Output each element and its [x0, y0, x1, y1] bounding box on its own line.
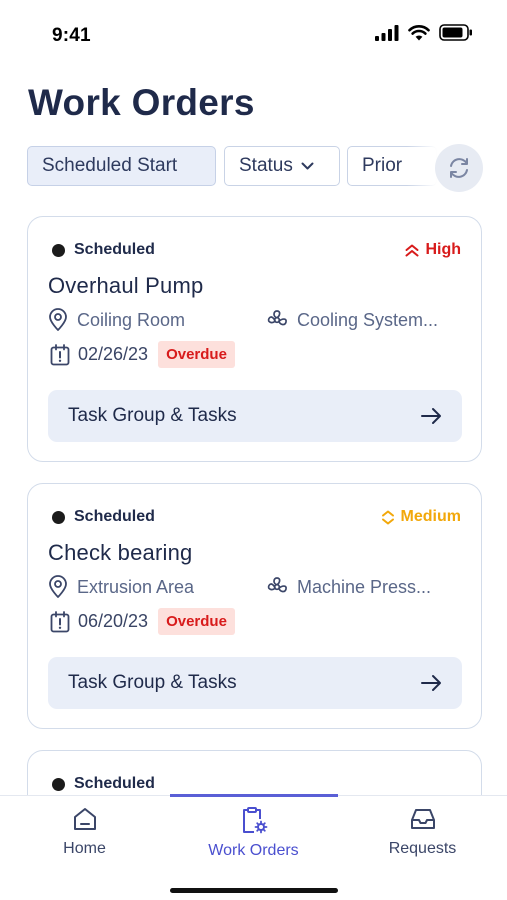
- double-chevron-up-icon: [405, 244, 419, 256]
- status-dot-icon: [52, 510, 65, 524]
- status-label: Scheduled: [52, 775, 155, 793]
- fan-icon: [267, 577, 287, 593]
- status-text: Scheduled: [74, 508, 155, 525]
- nav-label: Requests: [388, 840, 457, 857]
- filter-chip-scheduled-start[interactable]: Scheduled Start: [27, 146, 216, 186]
- asset-text: Machine Press...: [297, 576, 432, 597]
- nav-label: Home: [63, 840, 106, 857]
- status-label: Scheduled: [52, 241, 155, 259]
- asset: Cooling System...: [266, 309, 438, 331]
- nav-item-home[interactable]: Home: [0, 806, 169, 858]
- nav-label: Work Orders: [208, 842, 299, 859]
- refresh-button[interactable]: [435, 144, 483, 192]
- location-pin-icon: [49, 308, 67, 331]
- location-text: Coiling Room: [77, 309, 186, 330]
- overdue-badge: Overdue: [158, 341, 235, 368]
- asset: Machine Press...: [266, 576, 431, 598]
- priority-label: High: [405, 241, 461, 259]
- calendar-alert-icon: [50, 610, 70, 632]
- filter-chip-label: Scheduled Start: [42, 155, 178, 176]
- home-indicator: [170, 888, 338, 893]
- home-icon: [73, 808, 96, 830]
- status-text: Scheduled: [74, 241, 155, 258]
- meta-row: Extrusion Area Machine Press...: [48, 574, 468, 600]
- status-bar: 9:41: [0, 0, 507, 60]
- cellular-signal-icon: [375, 24, 399, 41]
- status-label: Scheduled: [52, 508, 155, 526]
- scroll-fade: [407, 146, 437, 188]
- wifi-icon: [408, 24, 430, 40]
- fan-icon: [267, 310, 287, 326]
- arrow-right-icon: [421, 675, 441, 691]
- filter-chip-label: Prior: [362, 155, 403, 176]
- location: Coiling Room: [48, 308, 266, 332]
- location-pin-icon: [49, 575, 67, 598]
- status-dot-icon: [52, 243, 65, 257]
- filter-chip-label: Status: [239, 155, 293, 176]
- meta-row: Coiling Room Cooling System...: [48, 307, 468, 333]
- task-group-label: Task Group & Tasks: [68, 405, 237, 426]
- nav-item-work-orders[interactable]: Work Orders: [169, 806, 338, 860]
- due-date-row: 06/20/23 Overdue: [50, 608, 235, 635]
- status-dot-icon: [52, 777, 65, 791]
- work-order-title: Overhaul Pump: [48, 273, 204, 298]
- overdue-badge: Overdue: [158, 608, 235, 635]
- filter-chip-status[interactable]: Status: [224, 146, 340, 186]
- task-group-label: Task Group & Tasks: [68, 672, 237, 693]
- due-date-text: 02/26/23: [78, 344, 149, 364]
- inbox-icon: [410, 809, 435, 829]
- location: Extrusion Area: [48, 575, 266, 599]
- work-order-title: Check bearing: [48, 540, 193, 565]
- status-icons: [375, 24, 473, 41]
- refresh-icon: [450, 158, 468, 178]
- calendar-alert-icon: [50, 343, 70, 365]
- clipboard-gear-icon: [242, 807, 267, 834]
- page-title: Work Orders: [28, 82, 255, 123]
- arrow-right-icon: [421, 408, 441, 424]
- status-time: 9:41: [52, 25, 91, 46]
- location-text: Extrusion Area: [77, 576, 195, 597]
- asset-text: Cooling System...: [297, 309, 439, 330]
- chevron-down-icon: [301, 162, 314, 171]
- work-order-card[interactable]: Scheduled Medium Check bearing Extrusion…: [27, 483, 482, 729]
- filter-row: Scheduled Start Status Prior: [27, 144, 507, 192]
- due-date-text: 06/20/23: [78, 611, 149, 631]
- chevron-up-down-icon: [381, 510, 394, 524]
- priority-label: Medium: [381, 508, 461, 526]
- battery-icon: [439, 24, 472, 41]
- work-order-card[interactable]: Scheduled High Overhaul Pump Coiling Roo…: [27, 216, 482, 462]
- due-date-row: 02/26/23 Overdue: [50, 341, 235, 368]
- bottom-nav: Home Work Orders Requests: [0, 794, 507, 900]
- priority-text: Medium: [400, 508, 461, 525]
- priority-text: High: [425, 241, 461, 258]
- nav-item-requests[interactable]: Requests: [338, 806, 507, 858]
- active-tab-indicator: [170, 794, 338, 797]
- status-text: Scheduled: [74, 775, 155, 792]
- task-group-button[interactable]: Task Group & Tasks: [48, 390, 462, 442]
- task-group-button[interactable]: Task Group & Tasks: [48, 657, 462, 709]
